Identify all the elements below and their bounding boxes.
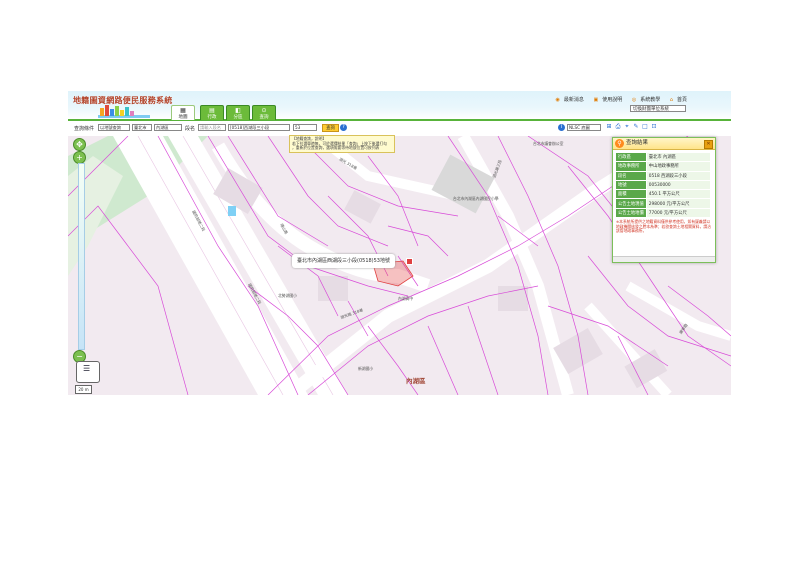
poi-label: 內湖高中 bbox=[398, 296, 414, 301]
book-icon: ▣ bbox=[593, 97, 599, 103]
table-row: 公告土地現值 298000 元/平方公尺 bbox=[615, 198, 712, 209]
news-icon: ◉ bbox=[555, 97, 560, 103]
lot-number-input[interactable]: 53 bbox=[293, 124, 317, 131]
link-home[interactable]: ⌂ 首頁 bbox=[666, 97, 687, 103]
section-select[interactable]: [0518]西湖段三小段 bbox=[228, 124, 290, 131]
tab-query[interactable]: ⊙ 查詢 bbox=[252, 105, 276, 120]
agency-select[interactable]: 切換財團單位系統 bbox=[630, 105, 686, 112]
building-icon: ▤ bbox=[209, 107, 215, 114]
tab-admin[interactable]: ▤ 行政 bbox=[200, 105, 224, 120]
row-value: 0518 西湖段三小段 bbox=[645, 170, 712, 181]
fullscreen-icon[interactable]: ⊡ bbox=[650, 123, 658, 131]
zone-icon: ◧ bbox=[235, 107, 241, 114]
row-key: 段名 bbox=[615, 170, 647, 181]
list-icon: ☰ bbox=[83, 364, 91, 373]
basemap-select[interactable]: NLSC 底圖 bbox=[567, 124, 601, 131]
tab-map[interactable]: ▦ 地圖 bbox=[171, 105, 195, 120]
header-bar: 地籍圖資網路便民服務系統 ▦ 地圖 ▤ 行政 ◧ 分區 ⊙ 查詢 ◉ 最新消息 … bbox=[68, 91, 731, 121]
tab-query-label: 查詢 bbox=[259, 115, 269, 120]
link-teach[interactable]: ◎ 系統教學 bbox=[628, 97, 660, 103]
layers-button[interactable]: ☰ bbox=[76, 361, 100, 383]
table-row: 地號 00530000 bbox=[615, 179, 712, 191]
result-icon: ⚲ bbox=[615, 139, 624, 148]
draw-icon[interactable]: ✎ bbox=[632, 123, 640, 131]
print-icon[interactable]: ⎙ bbox=[614, 123, 622, 131]
table-row: 段名 0518 西湖段三小段 bbox=[615, 170, 712, 181]
search-button[interactable]: 查詢 bbox=[322, 124, 339, 132]
horizontal-scrollbar[interactable] bbox=[613, 256, 715, 262]
tab-map-label: 地圖 bbox=[178, 115, 188, 120]
scale-bar: 20 m bbox=[75, 385, 92, 394]
district-select[interactable]: 內湖區 bbox=[154, 124, 182, 131]
poi-label: 台北市議會辦公室 bbox=[533, 141, 564, 146]
row-key: 公告土地現值 bbox=[615, 198, 647, 209]
row-value: 00530000 bbox=[645, 179, 712, 191]
link-news-label: 最新消息 bbox=[563, 97, 584, 103]
row-key: 公告土地地價 bbox=[615, 207, 647, 219]
link-teach-label: 系統教學 bbox=[640, 97, 661, 103]
row-key: 地政事務所 bbox=[615, 161, 647, 172]
poi-label: 台北市內湖區內湖國民小學 bbox=[453, 196, 499, 201]
row-value: 臺北市 內湖區 bbox=[645, 151, 712, 163]
poi-label: 新湖國小 bbox=[358, 366, 374, 371]
zoom-control: ✥ + − bbox=[71, 138, 86, 368]
app-window: 地籍圖資網路便民服務系統 ▦ 地圖 ▤ 行政 ◧ 分區 ⊙ 查詢 ◉ 最新消息 … bbox=[68, 91, 731, 395]
teach-icon: ◎ bbox=[631, 97, 637, 103]
row-key: 地號 bbox=[615, 179, 647, 191]
logo-illustration bbox=[98, 105, 150, 118]
table-row: 行政區 臺北市 內湖區 bbox=[615, 151, 712, 163]
tooltip-line-3: ，重新於位置查詢，選項需要等待地號位置可按列表 bbox=[292, 145, 380, 150]
condition-select[interactable]: 以地號查詢 bbox=[98, 124, 130, 131]
measure-icon[interactable]: ⊞ bbox=[605, 123, 613, 131]
help-icon[interactable]: ? bbox=[340, 124, 347, 131]
zoom-slider[interactable] bbox=[78, 163, 85, 350]
section-label: 段名 bbox=[185, 126, 196, 132]
row-value: 中山地政事務所 bbox=[645, 161, 712, 172]
city-select[interactable]: 臺北市 bbox=[132, 124, 152, 131]
link-manual[interactable]: ▣ 使用說明 bbox=[589, 97, 622, 103]
row-key: 行政區 bbox=[615, 151, 647, 163]
query-tooltip: 【地籍查詢，說明】 若下拉選單時無，可於選擇結果「查詢」上按下後選打勾 ，重新於… bbox=[289, 135, 395, 153]
table-row: 地政事務所 中山地政事務所 bbox=[615, 161, 712, 172]
result-table: 行政區 臺北市 內湖區 地政事務所 中山地政事務所 段名 0518 西湖段三小段 地號… bbox=[615, 151, 712, 219]
map-icon: ▦ bbox=[180, 107, 186, 114]
row-value: 77000 元/平方公尺 bbox=[645, 207, 712, 219]
row-value: 298000 元/平方公尺 bbox=[645, 198, 712, 209]
search-icon: ⊙ bbox=[261, 107, 267, 114]
pan-icon[interactable]: ✥ bbox=[73, 138, 86, 151]
link-news[interactable]: ◉ 最新消息 bbox=[551, 97, 583, 103]
close-icon[interactable]: ✕ bbox=[704, 140, 713, 149]
poi-label: 北勢湖國小 bbox=[278, 293, 297, 298]
parcel-pin-icon[interactable] bbox=[406, 258, 413, 265]
info-icon[interactable]: i bbox=[558, 124, 565, 131]
table-row: 公告土地地價 77000 元/平方公尺 bbox=[615, 207, 712, 219]
section-input[interactable]: 請輸入段名 bbox=[198, 124, 226, 131]
tab-zone-label: 分區 bbox=[233, 115, 243, 120]
result-note: ※本系統所提供之地籍資料僅供參考使用，如有疑義請以地政機關核發之謄本為準；若欲查… bbox=[616, 219, 711, 234]
tab-admin-label: 行政 bbox=[207, 115, 217, 120]
result-panel-header: ⚲ 查詢結果 ✕ bbox=[613, 138, 715, 150]
locate-icon[interactable]: ⌖ bbox=[623, 123, 631, 131]
tab-zone[interactable]: ◧ 分區 bbox=[226, 105, 250, 120]
parcel-marker-label[interactable]: 臺北市內湖區西湖段三小段(0518)53地號 bbox=[292, 254, 395, 268]
link-home-label: 首頁 bbox=[676, 97, 687, 103]
top-links: ◉ 最新消息 ▣ 使用說明 ◎ 系統教學 ⌂ 首頁 bbox=[547, 96, 687, 103]
query-result-panel: ⚲ 查詢結果 ✕ 行政區 臺北市 內湖區 地政事務所 中山地政事務所 段名 0518 … bbox=[612, 137, 716, 263]
row-key: 面積 bbox=[615, 189, 647, 200]
query-condition-label: 查詢條件 bbox=[74, 126, 95, 132]
link-manual-label: 使用說明 bbox=[602, 97, 623, 103]
district-label: 內湖區 bbox=[406, 377, 426, 385]
home-icon: ⌂ bbox=[669, 97, 673, 103]
table-row: 面積 450.1 平方公尺 bbox=[615, 189, 712, 200]
row-value: 450.1 平方公尺 bbox=[645, 189, 712, 200]
result-title: 查詢結果 bbox=[626, 140, 649, 146]
clear-icon[interactable]: □ bbox=[641, 123, 649, 131]
